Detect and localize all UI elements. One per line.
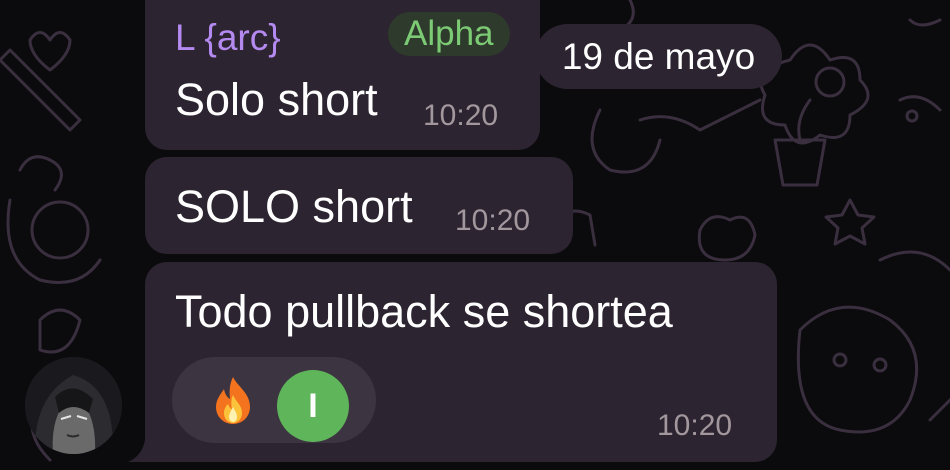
message-text: Todo pullback se shortea <box>175 286 673 337</box>
sender-name[interactable]: L {arc} <box>175 18 281 58</box>
message-text: Solo short <box>175 74 378 125</box>
message-time: 10:20 <box>657 409 733 442</box>
bubble-tail <box>128 440 150 462</box>
message-text: SOLO short <box>175 181 413 232</box>
message-time: 10:20 <box>423 99 499 132</box>
fire-emoji-icon <box>216 377 250 424</box>
reactor-avatar: I <box>277 370 349 442</box>
role-badge: Alpha <box>388 12 510 56</box>
message-bubble[interactable]: SOLO short 10:20 <box>145 157 573 254</box>
hooded-figure-icon <box>25 357 122 454</box>
reactor-initial: I <box>308 387 318 425</box>
message-time: 10:20 <box>455 204 531 237</box>
message-bubble[interactable]: Todo pullback se shortea I 10:20 <box>145 262 777 462</box>
date-separator: 19 de mayo <box>535 24 782 89</box>
message-bubble[interactable]: L {arc} Alpha Solo short 10:20 <box>145 0 540 150</box>
reaction-chip[interactable]: I <box>172 357 376 443</box>
sender-avatar[interactable] <box>25 357 122 454</box>
